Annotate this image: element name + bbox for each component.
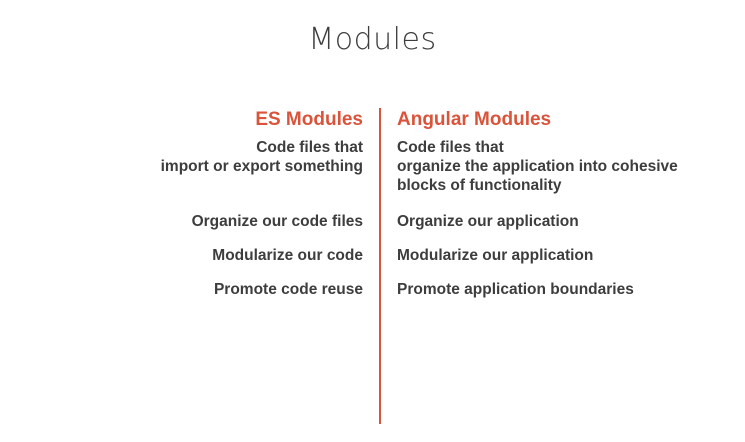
angular-modules-purpose-organize: Organize our application [397,213,579,230]
angular-modules-purpose-modularize: Modularize our application [397,247,594,264]
column-divider [379,108,381,424]
angular-modules-definition: Code files that organize the application… [397,139,678,194]
angular-modules-purpose-boundaries: Promote application boundaries [397,281,634,298]
slide-title: Modules [308,22,437,57]
es-modules-purpose-organize: Organize our code files [191,213,363,230]
es-modules-purpose-modularize: Modularize our code [212,247,363,264]
es-modules-purpose-reuse: Promote code reuse [213,281,363,298]
es-modules-column: ES Modules Code files that import or exp… [33,108,363,314]
angular-modules-heading: Angular Modules [397,109,552,130]
angular-modules-column: Angular Modules Code files that organize… [397,108,742,314]
es-modules-heading: ES Modules [255,109,363,130]
es-modules-definition: Code files that import or export somethi… [160,139,363,175]
